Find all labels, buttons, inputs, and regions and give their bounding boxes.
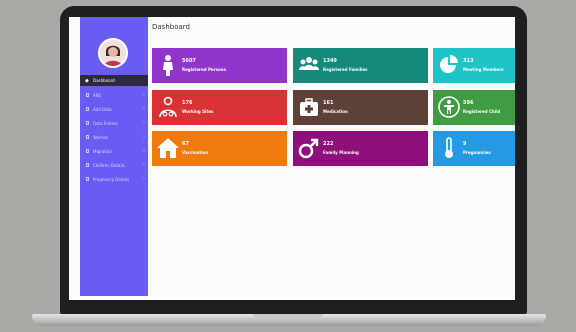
- stat-label: Family Planning: [323, 150, 359, 155]
- document-icon: [86, 163, 89, 167]
- medical-kit-icon: [300, 98, 318, 116]
- family-icon: [299, 57, 319, 70]
- stat-card-vaccination[interactable]: 67 Vaccination: [152, 131, 287, 166]
- stat-value: 1349: [323, 58, 337, 64]
- chevron-right-icon: ›: [143, 92, 145, 98]
- chevron-right-icon: ›: [143, 106, 145, 112]
- document-icon: [86, 107, 89, 111]
- sidebar-item-label: ANC: [93, 93, 102, 98]
- sidebar-item-migration[interactable]: Migration ›: [80, 146, 148, 156]
- stat-card-pregnancies[interactable]: 9 Pregnancies: [433, 131, 515, 166]
- document-icon: [86, 121, 89, 125]
- stat-value: 596: [463, 100, 474, 106]
- pie-chart-icon: [440, 55, 458, 73]
- sidebar-item-children-details[interactable]: Children Details ›: [80, 160, 148, 170]
- doctor-icon: [159, 96, 177, 118]
- stat-card-registered-child[interactable]: 596 Registered Child: [433, 90, 515, 125]
- stat-card-registered-families[interactable]: 1349 Registered Families: [293, 48, 428, 83]
- document-icon: [86, 135, 89, 139]
- sidebar-item-label: Dashboard: [93, 78, 115, 83]
- document-icon: [86, 93, 89, 97]
- stat-value: 313: [463, 58, 474, 64]
- stat-value: 5607: [182, 58, 196, 64]
- sidebar: ◆ Dashboard ANC › Add Data › Data Entrie…: [80, 17, 148, 296]
- stat-label: Vaccination: [182, 150, 209, 155]
- stat-label: Registered Persons: [182, 67, 226, 72]
- stat-label: Registered Families: [323, 67, 368, 72]
- document-icon: [86, 149, 89, 153]
- stat-value: 222: [323, 141, 334, 147]
- app-screen: ◆ Dashboard ANC › Add Data › Data Entrie…: [69, 17, 515, 300]
- stat-label: Medication: [323, 109, 348, 114]
- dashboard-icon: ◆: [85, 78, 89, 84]
- sidebar-item-add-data[interactable]: Add Data ›: [80, 104, 148, 114]
- stat-value: 9: [463, 141, 467, 147]
- avatar-image: [100, 40, 126, 66]
- sidebar-item-dashboard[interactable]: ◆ Dashboard: [80, 75, 148, 86]
- stat-label: Meeting Members: [463, 67, 504, 72]
- stat-value: 67: [182, 141, 189, 147]
- stat-value: 161: [323, 100, 334, 106]
- sidebar-item-data-entries[interactable]: Data Entries ›: [80, 118, 148, 128]
- sidebar-item-women[interactable]: Women ›: [80, 132, 148, 142]
- stat-card-registered-persons[interactable]: 5607 Registered Persons: [152, 48, 287, 83]
- avatar[interactable]: [98, 38, 128, 68]
- chevron-right-icon: ›: [143, 176, 145, 182]
- home-icon: [157, 138, 179, 158]
- sidebar-item-label: Pregnancy Details: [93, 177, 130, 182]
- chevron-right-icon: ›: [143, 120, 145, 126]
- stat-card-family-planning[interactable]: 222 Family Planning: [293, 131, 428, 166]
- chevron-right-icon: ›: [143, 162, 145, 168]
- stat-label: Registered Child: [463, 109, 501, 114]
- chevron-right-icon: ›: [143, 134, 145, 140]
- sidebar-item-pregnancy-details[interactable]: Pregnancy Details ›: [80, 174, 148, 184]
- document-icon: [86, 177, 89, 181]
- stat-label: Pregnancies: [463, 150, 491, 155]
- page-title: Dashboard: [152, 23, 190, 31]
- sidebar-item-label: Children Details: [93, 163, 125, 168]
- sidebar-item-label: Add Data: [93, 107, 112, 112]
- thermometer-icon: [445, 137, 453, 158]
- laptop-notch: [253, 314, 323, 319]
- male-icon: [298, 138, 319, 159]
- sidebar-item-label: Women: [93, 135, 109, 140]
- stat-label: Working Sites: [182, 109, 214, 114]
- sidebar-item-label: Data Entries: [93, 121, 118, 126]
- sidebar-item-label: Migration: [93, 149, 112, 154]
- person-icon: [163, 55, 173, 76]
- stat-value: 176: [182, 100, 193, 106]
- stat-card-medication[interactable]: 161 Medication: [293, 90, 428, 125]
- stat-card-working-sites[interactable]: 176 Working Sites: [152, 90, 287, 125]
- stat-card-meeting-members[interactable]: 313 Meeting Members: [433, 48, 515, 83]
- child-icon: [438, 96, 460, 118]
- chevron-right-icon: ›: [143, 148, 145, 154]
- sidebar-item-anc[interactable]: ANC ›: [80, 90, 148, 100]
